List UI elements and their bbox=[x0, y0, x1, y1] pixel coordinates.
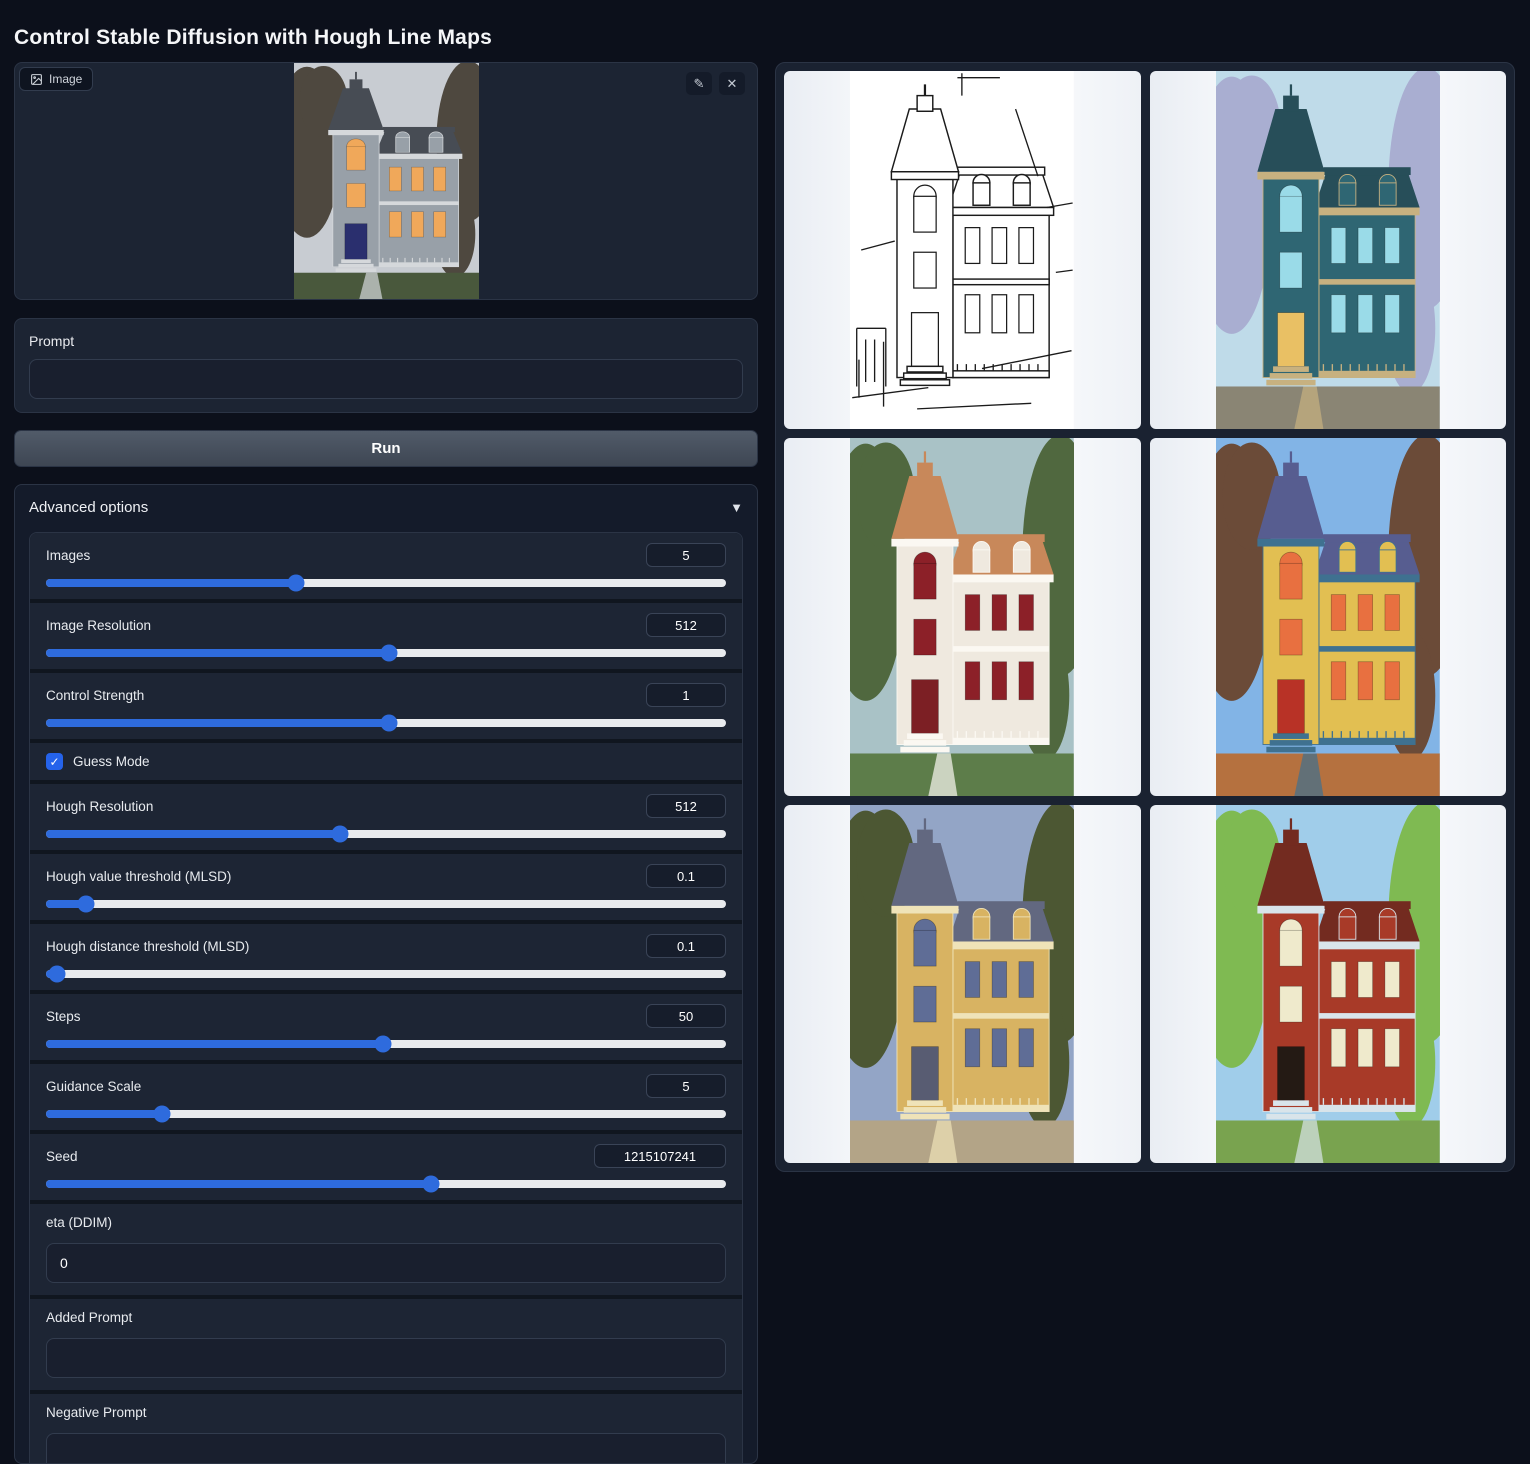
slider-control-strength: Control Strength bbox=[30, 673, 742, 739]
close-icon: ✕ bbox=[727, 76, 738, 92]
advanced-options-form: Images Image Resolution Control Strength… bbox=[29, 532, 743, 1464]
field-input[interactable] bbox=[46, 1243, 726, 1283]
slider-value-input[interactable] bbox=[646, 1004, 726, 1028]
prompt-label: Prompt bbox=[29, 333, 743, 349]
house-illustration bbox=[294, 63, 479, 300]
slider-value-input[interactable] bbox=[646, 794, 726, 818]
image-label-badge: Image bbox=[19, 67, 93, 91]
slider-value-input[interactable] bbox=[646, 934, 726, 958]
slider-images: Images bbox=[30, 533, 742, 599]
image-icon bbox=[30, 73, 43, 86]
slider-fill bbox=[46, 1110, 162, 1118]
field-input[interactable] bbox=[46, 1338, 726, 1378]
gallery-item-hough-line-map[interactable] bbox=[784, 71, 1141, 429]
field-label: Added Prompt bbox=[46, 1310, 132, 1325]
field-added-prompt: Added Prompt bbox=[30, 1299, 742, 1390]
slider-fill bbox=[46, 719, 389, 727]
image-label: Image bbox=[49, 72, 82, 86]
advanced-options-accordion: Advanced options ▼ Images Image Resoluti… bbox=[14, 484, 758, 1464]
gallery-item-result-gold-house[interactable] bbox=[784, 805, 1141, 1163]
advanced-options-label: Advanced options bbox=[29, 499, 148, 516]
input-image-component[interactable]: Image ✎ ✕ bbox=[14, 62, 758, 300]
slider-handle[interactable] bbox=[380, 715, 397, 732]
gallery-item-result-white-house[interactable] bbox=[784, 438, 1141, 796]
prompt-input[interactable] bbox=[29, 359, 743, 399]
slider-hough-value-threshold-mlsd-: Hough value threshold (MLSD) bbox=[30, 854, 742, 920]
slider-fill bbox=[46, 830, 340, 838]
slider-track[interactable] bbox=[46, 1180, 726, 1188]
slider-fill bbox=[46, 1180, 431, 1188]
slider-fill bbox=[46, 1040, 383, 1048]
slider-handle[interactable] bbox=[332, 826, 349, 843]
checkbox-row: ✓ Guess Mode bbox=[30, 743, 742, 780]
edit-image-button[interactable]: ✎ bbox=[686, 72, 712, 95]
controls-column: Image ✎ ✕ Prompt Run Advanced options ▼ … bbox=[14, 62, 758, 1464]
slider-guidance-scale: Guidance Scale bbox=[30, 1064, 742, 1130]
gallery-item-result-teal-house[interactable] bbox=[1150, 71, 1507, 429]
house-illustration bbox=[1216, 71, 1440, 429]
slider-value-input[interactable] bbox=[594, 1144, 726, 1168]
field-label: eta (DDIM) bbox=[46, 1215, 112, 1230]
field-negative-prompt: Negative Prompt bbox=[30, 1394, 742, 1464]
house-illustration bbox=[850, 805, 1074, 1163]
slider-value-input[interactable] bbox=[646, 613, 726, 637]
house-illustration bbox=[1216, 805, 1440, 1163]
house-illustration bbox=[850, 71, 1074, 429]
guess-mode-checkbox[interactable]: ✓ bbox=[46, 753, 63, 770]
slider-label: Steps bbox=[46, 1009, 81, 1024]
slider-handle[interactable] bbox=[48, 966, 65, 983]
slider-track[interactable] bbox=[46, 1040, 726, 1048]
slider-label: Image Resolution bbox=[46, 618, 151, 633]
slider-track[interactable] bbox=[46, 649, 726, 657]
slider-track[interactable] bbox=[46, 719, 726, 727]
results-gallery bbox=[775, 62, 1515, 1172]
slider-track[interactable] bbox=[46, 970, 726, 978]
slider-fill bbox=[46, 649, 389, 657]
slider-handle[interactable] bbox=[78, 896, 95, 913]
slider-value-input[interactable] bbox=[646, 864, 726, 888]
slider-label: Hough value threshold (MLSD) bbox=[46, 869, 231, 884]
gallery-item-result-yellow-blue-house[interactable] bbox=[1150, 438, 1507, 796]
chevron-down-icon: ▼ bbox=[730, 500, 743, 515]
clear-image-button[interactable]: ✕ bbox=[719, 72, 745, 95]
slider-track[interactable] bbox=[46, 579, 726, 587]
slider-handle[interactable] bbox=[422, 1176, 439, 1193]
field-label: Negative Prompt bbox=[46, 1405, 147, 1420]
slider-image-resolution: Image Resolution bbox=[30, 603, 742, 669]
house-illustration bbox=[850, 438, 1074, 796]
slider-handle[interactable] bbox=[380, 645, 397, 662]
slider-steps: Steps bbox=[30, 994, 742, 1060]
slider-label: Control Strength bbox=[46, 688, 144, 703]
slider-handle[interactable] bbox=[375, 1036, 392, 1053]
slider-label: Guidance Scale bbox=[46, 1079, 141, 1094]
slider-handle[interactable] bbox=[288, 575, 305, 592]
slider-label: Hough Resolution bbox=[46, 799, 153, 814]
slider-label: Hough distance threshold (MLSD) bbox=[46, 939, 249, 954]
slider-hough-resolution: Hough Resolution bbox=[30, 784, 742, 850]
input-image-photo bbox=[15, 63, 757, 299]
slider-fill bbox=[46, 579, 296, 587]
field-input[interactable] bbox=[46, 1433, 726, 1464]
pencil-icon: ✎ bbox=[694, 76, 705, 92]
slider-value-input[interactable] bbox=[646, 683, 726, 707]
checkbox-label: Guess Mode bbox=[73, 754, 150, 769]
gallery-item-result-red-brick-house[interactable] bbox=[1150, 805, 1507, 1163]
slider-value-input[interactable] bbox=[646, 1074, 726, 1098]
slider-track[interactable] bbox=[46, 1110, 726, 1118]
slider-handle[interactable] bbox=[154, 1106, 171, 1123]
house-illustration bbox=[1216, 438, 1440, 796]
slider-track[interactable] bbox=[46, 830, 726, 838]
prompt-group: Prompt bbox=[14, 318, 758, 413]
slider-hough-distance-threshold-mlsd-: Hough distance threshold (MLSD) bbox=[30, 924, 742, 990]
slider-track[interactable] bbox=[46, 900, 726, 908]
slider-label: Images bbox=[46, 548, 90, 563]
slider-seed: Seed bbox=[30, 1134, 742, 1200]
run-button[interactable]: Run bbox=[14, 430, 758, 467]
advanced-options-header[interactable]: Advanced options ▼ bbox=[29, 499, 743, 516]
slider-label: Seed bbox=[46, 1149, 78, 1164]
page-title: Control Stable Diffusion with Hough Line… bbox=[14, 26, 492, 50]
field-eta-ddim-: eta (DDIM) bbox=[30, 1204, 742, 1295]
slider-value-input[interactable] bbox=[646, 543, 726, 567]
